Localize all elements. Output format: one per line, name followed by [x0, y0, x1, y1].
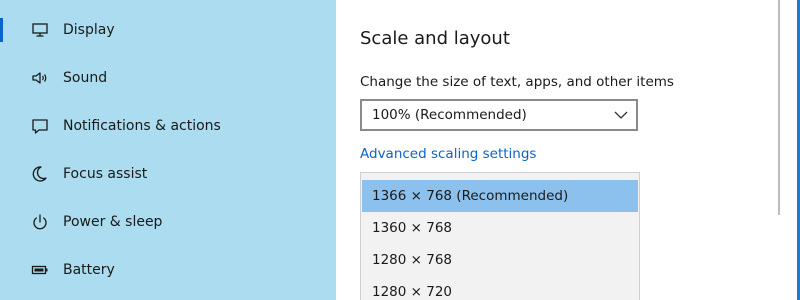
resolution-option[interactable]: 1280 × 768 [362, 244, 638, 276]
resolution-option-selected[interactable]: 1366 × 768 (Recommended) [362, 180, 638, 212]
section-title: Scale and layout [360, 28, 510, 49]
active-indicator [0, 18, 3, 42]
sidebar-item-label: Battery [63, 262, 115, 278]
sidebar-item-label: Focus assist [63, 166, 148, 182]
resolution-option-label: 1360 × 768 [372, 220, 453, 236]
sidebar-item-notifications[interactable]: Notifications & actions [0, 102, 336, 150]
scale-select[interactable]: 100% (Recommended) [360, 99, 638, 131]
sidebar-item-battery[interactable]: Battery [0, 246, 336, 294]
scale-select-value: 100% (Recommended) [372, 107, 527, 123]
scrollbar-thumb[interactable] [778, 0, 780, 215]
resolution-option-label: 1366 × 768 (Recommended) [372, 188, 569, 204]
advanced-scaling-link[interactable]: Advanced scaling settings [360, 146, 536, 162]
sidebar-item-sound[interactable]: Sound [0, 54, 336, 102]
sidebar-item-label: Display [63, 22, 115, 38]
settings-window: Display Sound Notifications & actions Fo… [0, 0, 800, 300]
sidebar-item-focus-assist[interactable]: Focus assist [0, 150, 336, 198]
resolution-option[interactable]: 1360 × 768 [362, 212, 638, 244]
scrollbar[interactable] [776, 0, 800, 300]
power-icon [30, 212, 50, 232]
moon-icon [30, 164, 50, 184]
sidebar-item-label: Power & sleep [63, 214, 163, 230]
sidebar-item-label: Sound [63, 70, 108, 86]
resolution-dropdown-list: 1366 × 768 (Recommended) 1360 × 768 1280… [360, 172, 640, 300]
speaker-icon [30, 68, 50, 88]
resolution-option-label: 1280 × 768 [372, 252, 453, 268]
monitor-icon [30, 20, 50, 40]
sidebar-item-display[interactable]: Display [0, 6, 336, 54]
battery-icon [30, 260, 50, 280]
settings-content: Scale and layout Change the size of text… [336, 0, 776, 300]
sidebar-item-label: Notifications & actions [63, 118, 221, 134]
notification-icon [30, 116, 50, 136]
sidebar: Display Sound Notifications & actions Fo… [0, 0, 336, 300]
resolution-option-label: 1280 × 720 [372, 284, 453, 300]
sidebar-item-power-sleep[interactable]: Power & sleep [0, 198, 336, 246]
resolution-option[interactable]: 1280 × 720 [362, 276, 638, 300]
scale-field-label: Change the size of text, apps, and other… [360, 74, 674, 90]
chevron-down-icon [614, 109, 628, 121]
